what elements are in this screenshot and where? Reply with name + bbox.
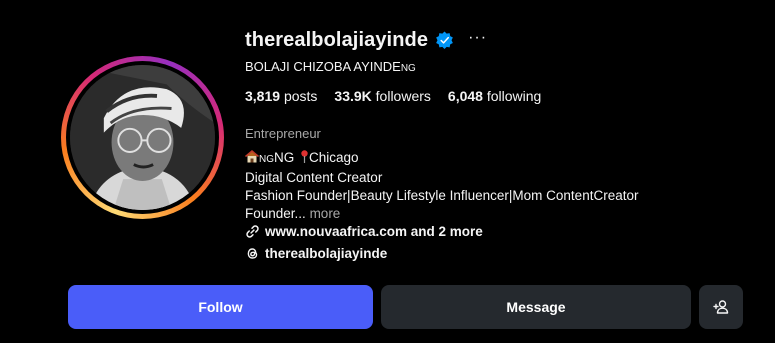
threads-link[interactable]: therealbolajiayinde bbox=[245, 246, 387, 261]
bio-line-3: Fashion Founder|Beauty Lifestyle Influen… bbox=[245, 188, 639, 203]
following-stat[interactable]: 6,048 following bbox=[448, 88, 541, 104]
bio-country-text: NG bbox=[274, 150, 295, 165]
followers-label: followers bbox=[375, 88, 431, 104]
profile-picture-gap bbox=[66, 61, 219, 214]
threads-icon bbox=[245, 246, 260, 261]
website-text: www.nouvaafrica.com and 2 more bbox=[265, 224, 483, 239]
bio-line-4-text: Founder... bbox=[245, 206, 306, 221]
more-options-icon[interactable]: ··· bbox=[468, 30, 487, 50]
profile-picture[interactable] bbox=[70, 65, 215, 210]
house-icon bbox=[245, 150, 259, 163]
bio-line-location: NGNG Chicago bbox=[245, 149, 638, 169]
full-name-suffix: NG bbox=[400, 63, 416, 74]
add-person-icon bbox=[713, 299, 729, 315]
profile-photo-illustration bbox=[70, 65, 215, 210]
profile-category: Entrepreneur bbox=[245, 126, 321, 141]
username-row: therealbolajiayinde ··· bbox=[245, 28, 487, 52]
message-button[interactable]: Message bbox=[381, 285, 691, 329]
followers-count: 33.9K bbox=[334, 88, 372, 104]
bio-line-2: Digital Content Creator bbox=[245, 170, 383, 185]
full-name-text: BOLAJI CHIZOBA AYINDE bbox=[245, 59, 401, 74]
verified-badge-icon bbox=[435, 30, 454, 50]
posts-count: 3,819 bbox=[245, 88, 281, 104]
following-count: 6,048 bbox=[447, 88, 483, 104]
threads-handle: therealbolajiayinde bbox=[265, 246, 388, 261]
posts-label: posts bbox=[283, 88, 318, 104]
bio: NGNG Chicago Digital Content Creator Fas… bbox=[245, 149, 638, 223]
following-label: following bbox=[486, 88, 542, 104]
website-link[interactable]: www.nouvaafrica.com and 2 more bbox=[245, 224, 483, 239]
profile-stats: 3,819 posts 33.9K followers 6,048 follow… bbox=[245, 88, 541, 104]
bio-city-text: Chicago bbox=[309, 150, 359, 165]
username: therealbolajiayinde bbox=[245, 28, 429, 51]
follow-button[interactable]: Follow bbox=[68, 285, 373, 329]
bio-more-link[interactable]: more bbox=[310, 206, 341, 221]
suggested-accounts-button[interactable] bbox=[699, 285, 743, 329]
profile-picture-ring[interactable] bbox=[61, 56, 224, 219]
bio-flag-text: NG bbox=[259, 154, 274, 165]
link-icon bbox=[245, 224, 260, 239]
pin-icon bbox=[300, 150, 309, 163]
posts-stat: 3,819 posts bbox=[245, 88, 317, 104]
full-name: BOLAJI CHIZOBA AYINDENG bbox=[245, 59, 416, 74]
followers-stat[interactable]: 33.9K followers bbox=[334, 88, 431, 104]
bio-line-4: Founder... more bbox=[245, 205, 638, 223]
